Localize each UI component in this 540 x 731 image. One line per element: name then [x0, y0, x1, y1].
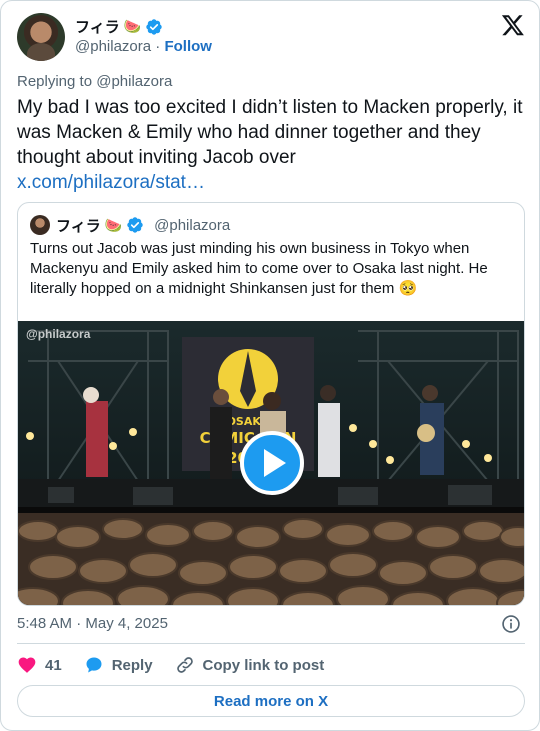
video-media[interactable]: OSAKA COMIC CON 2025 [18, 321, 524, 605]
reply-button[interactable]: Reply [84, 655, 153, 675]
post-actions: 41 Reply Copy link to post [17, 652, 346, 678]
play-icon[interactable] [240, 431, 304, 495]
author-display-name[interactable]: フィラ [75, 16, 120, 37]
author-name-line[interactable]: フィラ 🍉 [75, 16, 163, 37]
embedded-post-card: フィラ 🍉 @philazora · Follow Replying to @p… [0, 0, 540, 731]
author-avatar[interactable] [17, 13, 65, 61]
post-timestamp[interactable]: 5:48 AM · May 4, 2025 [17, 615, 168, 632]
like-count: 41 [45, 656, 62, 674]
author-handle-line: @philazora · Follow [75, 38, 212, 55]
author-name-emoji: 🍉 [123, 18, 142, 34]
post-header: フィラ 🍉 @philazora · Follow [17, 13, 525, 61]
post-text-block: My bad I was too excited I didn’t listen… [17, 95, 525, 195]
quoted-post-header: フィラ 🍉 @philazora [30, 215, 230, 235]
follow-button[interactable]: Follow [164, 38, 212, 55]
quoted-verified-badge-icon [127, 217, 143, 233]
quoted-post[interactable]: フィラ 🍉 @philazora Turns out Jacob was jus… [17, 202, 525, 606]
video-watermark: @philazora [26, 327, 91, 341]
author-handle[interactable]: @philazora [75, 38, 151, 55]
post-link[interactable]: x.com/philazora/stat… [17, 170, 525, 195]
copy-link-label: Copy link to post [202, 656, 325, 674]
link-icon [176, 657, 193, 673]
quoted-author-avatar [30, 215, 50, 235]
read-more-button[interactable]: Read more on X [17, 685, 525, 717]
heart-icon [18, 657, 36, 673]
reply-label: Reply [111, 656, 153, 674]
quoted-author-name-emoji: 🍉 [104, 216, 123, 233]
handle-separator: · [155, 38, 161, 55]
quoted-author-handle: @philazora [154, 216, 231, 234]
copy-link-button[interactable]: Copy link to post [175, 655, 325, 675]
verified-badge-icon [146, 18, 162, 35]
replying-to-label[interactable]: Replying to @philazora [17, 73, 172, 90]
post-text: My bad I was too excited I didn’t listen… [17, 97, 523, 168]
divider [17, 643, 525, 644]
like-button[interactable]: 41 [17, 655, 62, 675]
x-logo-icon[interactable] [501, 13, 525, 37]
quoted-author-display-name: フィラ [56, 217, 101, 235]
info-icon[interactable] [501, 614, 521, 634]
speech-bubble-icon [86, 657, 102, 673]
quoted-post-text: Turns out Jacob was just minding his own… [30, 240, 488, 297]
